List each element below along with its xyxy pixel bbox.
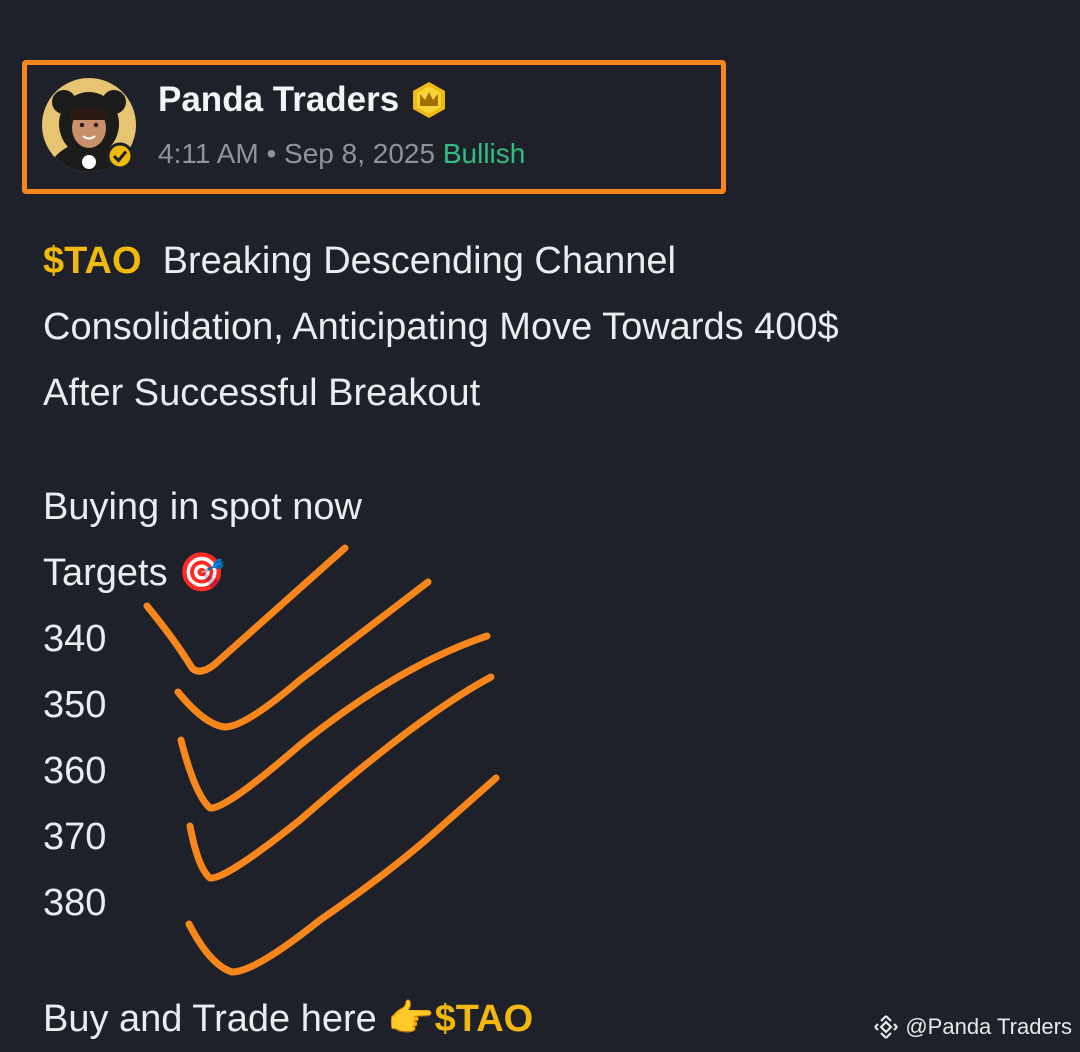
watermark: @Panda Traders: [873, 1014, 1072, 1040]
sentiment-tag[interactable]: Bullish: [443, 138, 525, 169]
headline-line-3: After Successful Breakout: [43, 372, 481, 414]
headline-line-2: Consolidation, Anticipating Move Towards…: [43, 306, 839, 348]
targets-label: Targets: [43, 552, 168, 594]
author-name[interactable]: Panda Traders: [158, 80, 399, 120]
post-body: $TAO Breaking Descending Channel Consoli…: [43, 228, 839, 1052]
target-item: 370: [43, 816, 107, 858]
post-time: 4:11 AM: [158, 138, 259, 169]
ticker-link[interactable]: $TAO: [43, 240, 142, 282]
avatar-image: [42, 78, 136, 172]
binance-logo-icon: [874, 1015, 899, 1039]
targets-heading: Targets 🎯: [43, 540, 839, 606]
target-item: 350: [43, 684, 107, 726]
target-icon: 🎯: [178, 552, 226, 594]
post-date: Sep 8, 2025: [284, 138, 436, 169]
verified-check-icon: [106, 142, 134, 170]
author-row: Panda Traders: [158, 80, 447, 120]
cta-line: Buy and Trade here 👉$TAO: [43, 986, 839, 1052]
pointing-hand-icon: 👉: [387, 998, 435, 1040]
avatar[interactable]: [42, 78, 136, 172]
headline-line-1: $TAO Breaking Descending Channel: [43, 228, 839, 294]
headline-text-1: Breaking Descending Channel: [162, 240, 676, 282]
post-meta: 4:11 AM • Sep 8, 2025 Bullish: [158, 138, 525, 170]
meta-separator: •: [266, 138, 277, 169]
cta-text: Buy and Trade here: [43, 998, 377, 1040]
target-item: 380: [43, 882, 107, 924]
target-item: 360: [43, 750, 107, 792]
crown-badge-icon: [413, 82, 446, 118]
watermark-text: @Panda Traders: [905, 1014, 1072, 1039]
buying-line: Buying in spot now: [43, 486, 362, 528]
target-item: 340: [43, 618, 107, 660]
cta-ticker-link[interactable]: $TAO: [435, 998, 534, 1040]
